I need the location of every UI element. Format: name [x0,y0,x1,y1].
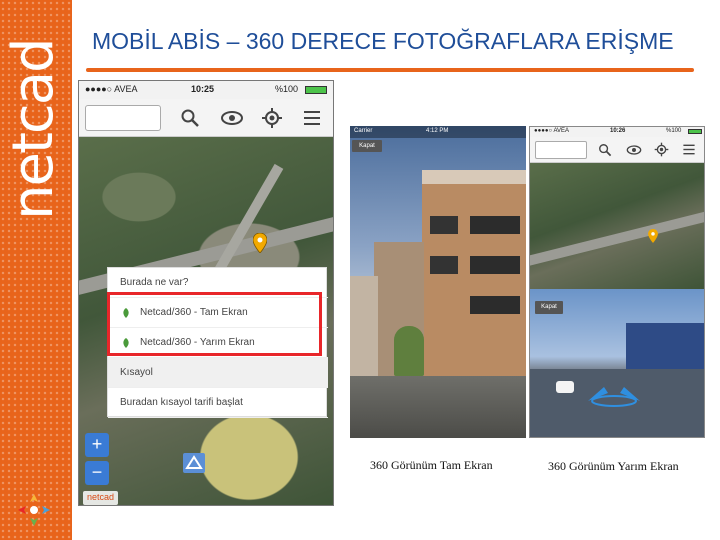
search-input[interactable] [85,105,161,131]
street [350,376,526,438]
title-underline [86,68,694,72]
brand-sidebar: netcad [0,0,72,540]
phone-360-full-screenshot: Carrier 4:12 PM Kapat [350,126,526,438]
battery-label: %100 [275,84,299,94]
slide-title: MOBİL ABİS – 360 DERECE FOTOĞRAFLARA ERİ… [92,28,674,54]
close-button[interactable]: Kapat [352,140,382,152]
search-icon[interactable] [598,143,612,157]
menu-item-start-directions[interactable]: Buradan kısayol tarifi başlat [108,388,328,418]
window [430,256,458,274]
menu-icon[interactable] [682,143,696,156]
carrier-label: Carrier [354,128,373,134]
car [556,381,574,393]
locate-button[interactable] [255,103,289,133]
search-button[interactable] [173,103,207,133]
battery-icon [305,86,327,94]
building-far [350,276,378,386]
window [430,216,458,234]
building-roof [422,170,526,184]
map-toolbar [530,137,704,163]
phone-360-half-screenshot: ●●●●○ AVEA 10:26 %100 Kapat [529,126,705,438]
eye-icon[interactable] [626,143,642,157]
building-front [422,170,526,380]
status-bar: Carrier 4:12 PM [350,126,526,138]
carrier-label: ●●●●○ AVEA [85,84,138,94]
window [470,216,520,234]
status-bar: ●●●●○ AVEA 10:25 %100 [79,81,333,99]
search-input[interactable] [535,141,587,159]
clock-label: 10:25 [191,84,215,94]
locate-icon [262,108,282,128]
view-360-button[interactable] [215,103,249,133]
zoom-in-button[interactable]: + [85,433,109,457]
map-watermark-logo: netcad [83,491,119,505]
map-toolbar [79,99,333,137]
navigation-arrows-icon[interactable] [584,379,644,409]
menu-section-shortcut: Kısayol [108,358,328,388]
menu-icon [304,111,320,125]
status-bar: ●●●●○ AVEA 10:26 %100 [530,127,704,137]
location-pin-icon[interactable] [253,233,267,253]
brand-wordmark: netcad [1,39,66,220]
street-view-marker-icon[interactable] [183,453,205,473]
tree [394,326,424,376]
battery-label: %100 [666,128,682,134]
clock-label: 4:12 PM [426,128,449,134]
caption-full-screen: 360 Görünüm Tam Ekran [370,458,493,472]
window [470,256,520,274]
locate-icon[interactable] [654,142,669,157]
highway [530,208,704,268]
search-icon [181,109,199,127]
menu-highlight-frame [107,292,322,356]
satellite-map[interactable] [530,163,704,289]
carrier-label: ●●●●○ AVEA [534,128,570,134]
close-button[interactable]: Kapat [535,301,563,314]
window [470,296,520,314]
netcad-logo-icon [18,494,50,526]
menu-button[interactable] [295,103,329,133]
eye-icon [221,111,243,125]
building [626,323,704,373]
location-pin-icon[interactable] [648,229,658,243]
zoom-out-button[interactable]: − [85,461,109,485]
battery-icon [688,129,702,134]
caption-half-screen: 360 Görünüm Yarım Ekran [548,459,679,473]
clock-label: 10:26 [610,128,626,134]
